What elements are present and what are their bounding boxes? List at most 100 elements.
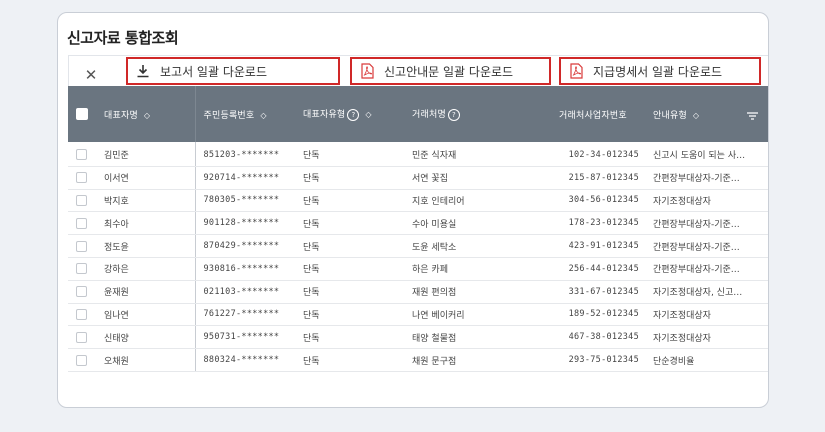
page-title: 신고자료 통합조회 xyxy=(67,29,179,47)
cell-resident-no: 880324-******* xyxy=(195,348,295,372)
cell-partner: 도윤 세탁소 xyxy=(404,234,551,258)
sort-icon[interactable]: ◇ xyxy=(693,111,699,120)
row-checkbox[interactable] xyxy=(76,172,87,184)
cell-rep-name: 이서연 xyxy=(96,166,196,190)
row-select-cell xyxy=(68,303,96,327)
cell-partner: 태양 철물점 xyxy=(404,325,551,350)
close-icon[interactable]: ✕ xyxy=(81,65,101,85)
table-row[interactable]: 최수아 901128-******* 단독 수아 미용실 178-23-012345 간편… xyxy=(68,211,768,236)
cell-partner: 하은 카페 xyxy=(404,257,551,281)
statement-bulk-download-label: 지급명세서 일괄 다운로드 xyxy=(593,64,723,79)
table-row[interactable]: 오채원 880324-******* 단독 채원 문구점 293-75-012345 단순… xyxy=(68,348,768,372)
cell-resident-no: 901128-******* xyxy=(195,211,295,236)
table-row[interactable]: 정도윤 870429-******* 단독 도윤 세탁소 423-91-012345 간편… xyxy=(68,234,768,258)
row-checkbox[interactable] xyxy=(76,286,87,298)
cell-partner: 서연 꽃집 xyxy=(404,166,551,190)
pdf-icon xyxy=(567,63,585,79)
row-select-cell xyxy=(68,257,96,281)
cell-resident-no: 950731-******* xyxy=(195,325,295,350)
notice-bulk-download-label: 신고안내문 일괄 다운로드 xyxy=(384,64,514,79)
row-checkbox[interactable] xyxy=(76,217,87,229)
row-select-cell xyxy=(68,348,96,372)
filter-icon[interactable] xyxy=(747,112,758,123)
cell-rep-name: 최수아 xyxy=(96,211,196,236)
cell-rep-name: 윤재원 xyxy=(96,280,196,304)
help-icon[interactable]: ? xyxy=(447,108,460,121)
sort-icon[interactable]: ◇ xyxy=(260,111,266,120)
cell-biz-no: 467-38-012345 xyxy=(551,325,645,350)
notice-bulk-download-button[interactable]: 신고안내문 일괄 다운로드 xyxy=(350,57,551,85)
col-rep-name[interactable]: 대표자명 ◇ xyxy=(96,86,196,142)
col-resident-no[interactable]: 주민등록번호 ◇ xyxy=(195,86,295,142)
cell-biz-no: 102-34-012345 xyxy=(551,142,645,167)
row-checkbox[interactable] xyxy=(76,263,87,275)
cell-partner: 수아 미용실 xyxy=(404,211,551,236)
cell-rep-type: 단독 xyxy=(295,142,404,167)
report-bulk-download-button[interactable]: 보고서 일괄 다운로드 xyxy=(126,57,340,85)
col-biz-no: 거래처사업자번호 xyxy=(551,86,645,142)
help-icon[interactable]: ? xyxy=(347,108,360,121)
row-checkbox[interactable] xyxy=(76,354,87,366)
row-checkbox[interactable] xyxy=(76,194,87,206)
table-header-row: 대표자명 ◇ 주민등록번호 ◇ 대표자유형? ◇ 거래처명? 거래처사업자번호 안내유… xyxy=(68,86,768,142)
cell-notice-type: 간편장부대상자-기준… xyxy=(645,257,768,281)
table-row[interactable]: 강하은 930816-******* 단독 하은 카페 256-44-012345 간편장… xyxy=(68,257,768,281)
row-checkbox[interactable] xyxy=(76,149,87,161)
cell-biz-no: 304-56-012345 xyxy=(551,189,645,213)
cell-biz-no: 178-23-012345 xyxy=(551,211,645,236)
cell-biz-no: 189-52-012345 xyxy=(551,303,645,327)
statement-bulk-download-button[interactable]: 지급명세서 일괄 다운로드 xyxy=(559,57,761,85)
row-select-cell xyxy=(68,211,96,236)
cell-resident-no: 021103-******* xyxy=(195,280,295,304)
row-select-cell xyxy=(68,234,96,258)
cell-rep-type: 단독 xyxy=(295,303,404,327)
cell-rep-type: 단독 xyxy=(295,166,404,190)
report-panel: 신고자료 통합조회 ✕ 보고서 일괄 다운로드 신고안내문 일괄 다운로드 지급… xyxy=(57,12,769,408)
cell-notice-type: 자기조정대상자 xyxy=(645,303,768,327)
table-row[interactable]: 박지호 780305-******* 단독 지호 인테리어 304-56-012345 자… xyxy=(68,189,768,213)
cell-partner: 나연 베이커리 xyxy=(404,303,551,327)
cell-biz-no: 215-87-012345 xyxy=(551,166,645,190)
report-bulk-download-label: 보고서 일괄 다운로드 xyxy=(160,64,267,79)
row-select-cell xyxy=(68,189,96,213)
table-row[interactable]: 이서연 920714-******* 단독 서연 꽃집 215-87-012345 간편장… xyxy=(68,166,768,190)
col-partner: 거래처명? xyxy=(404,86,551,142)
cell-rep-type: 단독 xyxy=(295,325,404,350)
cell-rep-name: 오채원 xyxy=(96,348,196,372)
cell-rep-name: 정도윤 xyxy=(96,234,196,258)
select-all-checkbox[interactable] xyxy=(76,108,88,120)
cell-notice-type: 자기조정대상자 xyxy=(645,189,768,213)
cell-notice-type: 간편장부대상자-기준… xyxy=(645,234,768,258)
row-select-cell xyxy=(68,280,96,304)
cell-notice-type: 자기조정대상자 xyxy=(645,325,768,350)
table-row[interactable]: 신태양 950731-******* 단독 태양 철물점 467-38-012345 자기… xyxy=(68,325,768,350)
table-row[interactable]: 윤재원 021103-******* 단독 재원 편의점 331-67-012345 자기… xyxy=(68,280,768,304)
row-checkbox[interactable] xyxy=(76,308,87,320)
table-row[interactable]: 김민준 851203-******* 단독 민준 식자재 102-34-012345 신고… xyxy=(68,142,768,167)
cell-rep-name: 김민준 xyxy=(96,142,196,167)
row-select-cell xyxy=(68,142,96,167)
col-rep-type[interactable]: 대표자유형? ◇ xyxy=(295,86,404,142)
cell-rep-name: 박지호 xyxy=(96,189,196,213)
pdf-icon xyxy=(358,63,376,79)
row-checkbox[interactable] xyxy=(76,331,87,343)
cell-rep-type: 단독 xyxy=(295,257,404,281)
table-row[interactable]: 임나연 761227-******* 단독 나연 베이커리 189-52-012345 자… xyxy=(68,303,768,327)
sort-icon[interactable]: ◇ xyxy=(144,111,150,120)
cell-biz-no: 256-44-012345 xyxy=(551,257,645,281)
cell-biz-no: 293-75-012345 xyxy=(551,348,645,372)
col-notice-type[interactable]: 안내유형 ◇ xyxy=(645,86,768,142)
report-table: 대표자명 ◇ 주민등록번호 ◇ 대표자유형? ◇ 거래처명? 거래처사업자번호 안내유… xyxy=(68,86,768,407)
sort-icon[interactable]: ◇ xyxy=(365,110,371,119)
cell-rep-type: 단독 xyxy=(295,189,404,213)
cell-resident-no: 870429-******* xyxy=(195,234,295,258)
cell-rep-name: 신태양 xyxy=(96,325,196,350)
row-checkbox[interactable] xyxy=(76,240,87,252)
cell-resident-no: 780305-******* xyxy=(195,189,295,213)
cell-partner: 민준 식자재 xyxy=(404,142,551,167)
cell-notice-type: 간편장부대상자-기준… xyxy=(645,211,768,236)
cell-rep-type: 단독 xyxy=(295,234,404,258)
cell-notice-type: 자기조정대상자, 신고… xyxy=(645,280,768,304)
cell-rep-type: 단독 xyxy=(295,280,404,304)
cell-biz-no: 423-91-012345 xyxy=(551,234,645,258)
